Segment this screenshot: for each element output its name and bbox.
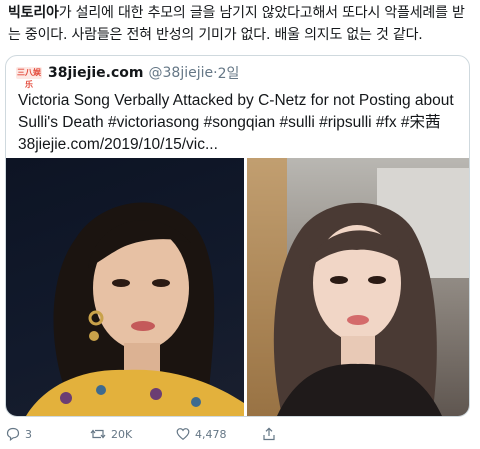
quoted-image-left[interactable] xyxy=(6,158,244,416)
heart-icon xyxy=(176,428,190,441)
tweet-mention[interactable]: 빅토리아 xyxy=(8,5,59,21)
quoted-image-right[interactable] xyxy=(247,158,469,416)
share-action[interactable] xyxy=(262,424,281,444)
tweet-body: 가 설리에 대한 추모의 글을 남기지 않았다고해서 또다시 악플세례를 받는 … xyxy=(8,5,465,43)
like-count: 4,478 xyxy=(195,427,227,441)
quoted-tweet-card[interactable]: 三八娱乐 38jiejie.com @38jiejie · 2일 Victori… xyxy=(5,55,470,417)
retweet-icon xyxy=(90,429,106,439)
reply-action[interactable]: 3 xyxy=(6,424,32,444)
quoted-tweet-text: Victoria Song Verbally Attacked by C-Net… xyxy=(18,92,454,153)
account-logo: 三八娱乐 xyxy=(16,67,42,89)
tweet-actions: 3 20K 4,478 xyxy=(0,424,480,444)
reply-count: 3 xyxy=(25,427,32,441)
reply-icon xyxy=(6,427,20,441)
retweet-count: 20K xyxy=(111,427,133,441)
tweet-time[interactable]: 2일 xyxy=(218,63,240,83)
like-action[interactable]: 4,478 xyxy=(176,424,227,444)
account-name[interactable]: 38jiejie.com xyxy=(48,65,144,81)
portrait-left-illustration xyxy=(26,202,244,416)
quoted-tweet-header: 三八娱乐 38jiejie.com @38jiejie · 2일 xyxy=(16,62,240,89)
share-icon xyxy=(263,427,275,441)
tweet-text: 빅토리아가 설리에 대한 추모의 글을 남기지 않았다고해서 또다시 악플세례를… xyxy=(8,2,470,46)
portrait-right-illustration xyxy=(247,158,469,416)
retweet-action[interactable]: 20K xyxy=(90,424,132,444)
account-handle[interactable]: @38jiejie xyxy=(149,65,214,81)
